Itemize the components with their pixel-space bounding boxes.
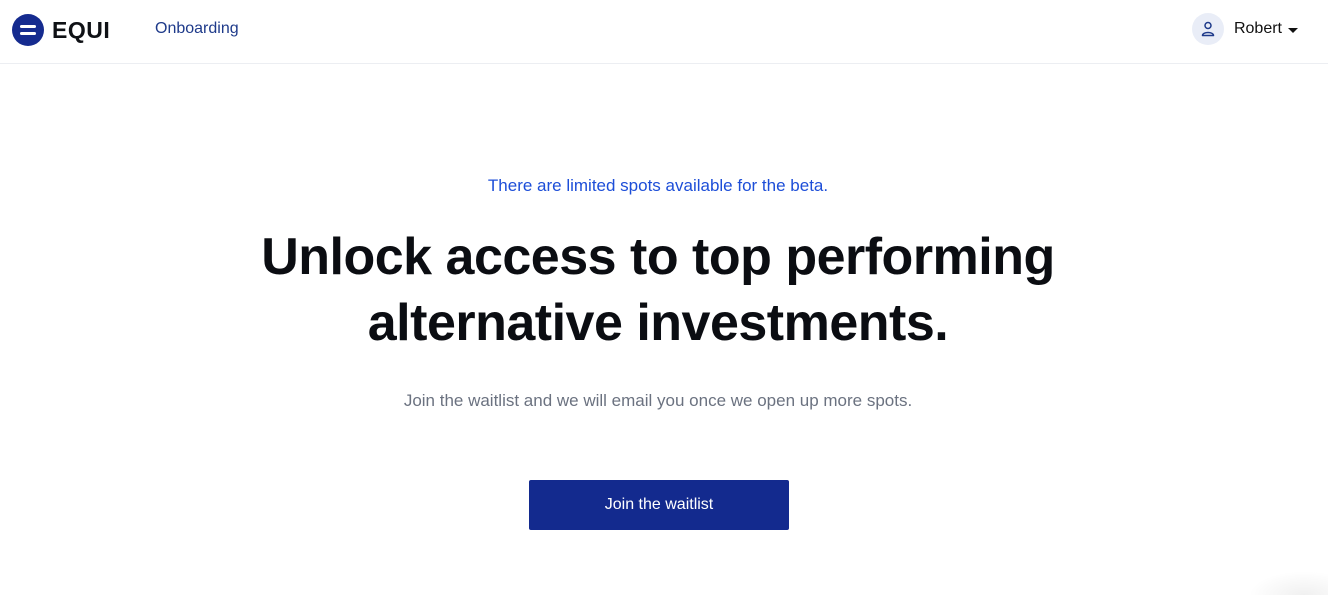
equals-circle-logo-icon <box>12 14 44 46</box>
brand-name: EQUI <box>52 16 111 43</box>
caret-down-icon <box>1288 28 1298 33</box>
corner-shadow-decoration <box>1248 571 1328 595</box>
headline-line-2: alternative investments. <box>367 294 949 352</box>
page-title: Unlock access to top performing alternat… <box>0 224 1316 356</box>
beta-notice: There are limited spots available for th… <box>487 176 829 195</box>
waitlist-description: Join the waitlist and we will email you … <box>403 391 913 410</box>
brand-logo[interactable]: EQUI <box>12 14 110 46</box>
headline-line-1: Unlock access to top performing <box>261 228 1055 286</box>
user-menu[interactable]: Robert <box>1191 13 1298 45</box>
user-icon <box>1201 21 1215 37</box>
avatar <box>1191 13 1224 45</box>
user-name: Robert <box>1233 20 1282 37</box>
top-navigation-bar: EQUI Onboarding Robert <box>0 0 1328 64</box>
join-waitlist-button[interactable]: Join the waitlist <box>529 480 789 530</box>
nav-link-onboarding[interactable]: Onboarding <box>155 19 239 39</box>
